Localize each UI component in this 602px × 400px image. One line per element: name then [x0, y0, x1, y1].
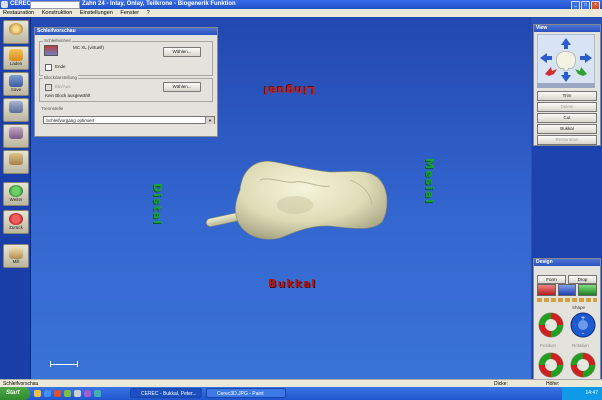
scan-icon: [9, 101, 23, 113]
rotate-wheel-2[interactable]: [537, 351, 565, 379]
title-field: [30, 1, 80, 9]
design-drop-button[interactable]: Drop: [568, 275, 597, 284]
view-panel: View Trim Delete Cut Bukkal Restoration: [533, 24, 601, 146]
design-form-button[interactable]: Form: [537, 275, 566, 284]
back-button[interactable]: Zurück: [3, 210, 29, 234]
open-label: Laden: [9, 61, 23, 66]
design-shape-label: Shape: [572, 305, 586, 310]
next-label: Weiter: [9, 197, 23, 202]
quicklaunch-app-icon[interactable]: [64, 390, 71, 397]
view-button-cut[interactable]: Cut: [537, 113, 597, 123]
task-cerec[interactable]: CEREC - Bukkal, Peter...: [130, 388, 202, 398]
quicklaunch-extra-icon[interactable]: [84, 390, 91, 397]
label-mesial: Mesial: [423, 158, 436, 204]
grind-preview-panel: Schleifvorschau Schleifeinheit MC XL (vi…: [34, 27, 218, 137]
mill-button[interactable]: Mill: [3, 244, 29, 268]
block-select-button[interactable]: Wählen...: [163, 82, 201, 92]
hand-red-icon[interactable]: [537, 284, 556, 296]
unit-icon: [44, 45, 58, 56]
view-panel-title: View: [534, 25, 600, 32]
clock: 14:47: [585, 390, 598, 396]
scale-bar: [50, 361, 78, 367]
unit-select-button[interactable]: Wählen...: [163, 47, 201, 57]
back-arrow-icon: [9, 213, 23, 225]
view-tooth-icon: [556, 51, 576, 72]
scan-button[interactable]: [3, 98, 29, 122]
design-rotation-label: Rotation: [572, 343, 589, 348]
end-checkbox[interactable]: [45, 64, 52, 71]
logo-button[interactable]: [3, 20, 29, 44]
open-button[interactable]: Laden: [3, 46, 29, 70]
block-checkbox-label: Ein/Aus: [55, 84, 71, 89]
svg-text:+: +: [580, 315, 585, 322]
process-select-value: Schleifvorgang optimiert: [46, 118, 95, 123]
model-button[interactable]: [3, 124, 29, 148]
design-dot-row: [537, 298, 597, 302]
menu-fenster[interactable]: Fenster: [120, 10, 139, 16]
tooth-icon: [9, 153, 23, 165]
title-bar: CEREC Zahn 24 - Inlay, Onlay, Teilkrone …: [0, 0, 602, 10]
model-icon: [9, 127, 23, 139]
save-button[interactable]: Save: [3, 72, 29, 96]
menu-konstruktion[interactable]: Konstruktion: [42, 10, 73, 16]
quicklaunch-extra2-icon[interactable]: [94, 390, 101, 397]
taskbar: Start CEREC - Bukkal, Peter... Cerec3D.J…: [0, 387, 602, 400]
block-value: Kein Block ausgewählt: [45, 93, 91, 98]
design-panel-title: Design: [534, 259, 600, 266]
shape-wheel[interactable]: + -: [569, 311, 597, 339]
forward-arrow-icon: [9, 185, 23, 197]
menu-help[interactable]: ?: [147, 10, 150, 16]
app-name: CEREC: [10, 1, 32, 7]
folder-open-icon: [9, 49, 23, 61]
system-tray: 14:47: [562, 387, 602, 400]
view-button-bukkal[interactable]: Bukkal: [537, 124, 597, 134]
start-button[interactable]: Start: [0, 387, 30, 400]
view-nav-bar: [537, 83, 595, 88]
next-button[interactable]: Weiter: [3, 182, 29, 206]
label-lingual: Lingual: [263, 84, 316, 97]
menu-restauration[interactable]: Restauration: [3, 10, 34, 16]
svg-text:-: -: [582, 330, 584, 337]
window-title: Zahn 24 - Inlay, Onlay, Teilkrone - Biog…: [82, 1, 236, 7]
quicklaunch-folder-icon[interactable]: [34, 390, 41, 397]
unit-value: MC XL (virtuell): [73, 45, 104, 50]
chevron-down-icon: ▼: [205, 117, 214, 124]
view-navigator[interactable]: [537, 34, 595, 86]
hand-blue-icon[interactable]: [557, 284, 577, 296]
block-group-label: Blockdarstellung: [43, 75, 79, 80]
quicklaunch-media-icon[interactable]: [54, 390, 61, 397]
rotate-wheel-1[interactable]: [537, 311, 565, 339]
design-tool-row: [537, 284, 598, 296]
left-toolbar: Laden Save Weiter Zurück Mill: [0, 17, 31, 385]
task-paint[interactable]: Cerec3D.JPG - Paint: [206, 388, 286, 398]
unit-group-label: Schleifeinheit: [43, 38, 72, 43]
design-panel: Design Form Drop Shape + - Position Rota…: [533, 258, 601, 387]
quicklaunch-desktop-icon[interactable]: [74, 390, 81, 397]
menu-bar: Restauration Konstruktion Einstellungen …: [0, 9, 602, 17]
back-label: Zurück: [9, 225, 23, 230]
tooth-button[interactable]: [3, 150, 29, 174]
process-select[interactable]: Schleifvorgang optimiert ▼: [43, 116, 215, 124]
design-position-label: Position: [540, 343, 557, 348]
view-button-delete[interactable]: Delete: [537, 102, 597, 112]
quicklaunch-ie-icon[interactable]: [44, 390, 51, 397]
save-label: Save: [10, 87, 22, 92]
grind-panel-title: Schleifvorschau: [35, 28, 217, 35]
menu-einstellungen[interactable]: Einstellungen: [80, 10, 113, 16]
save-icon: [9, 75, 23, 87]
view-button-restoration[interactable]: Restoration: [537, 135, 597, 145]
hand-green-icon[interactable]: [578, 284, 598, 296]
logo-icon: [9, 23, 23, 35]
app-icon: [1, 1, 8, 8]
label-bukkal: Bukkal: [268, 277, 317, 290]
rotate-wheel-3[interactable]: [569, 351, 597, 379]
block-checkbox[interactable]: [45, 84, 52, 91]
view-button-trim[interactable]: Trim: [537, 91, 597, 101]
mill-icon: [9, 247, 23, 259]
tooth-restoration-model[interactable]: [200, 150, 395, 250]
end-checkbox-label: Ende: [55, 64, 66, 69]
label-distal: Distal: [151, 183, 164, 225]
separator-label: Trennstelle: [41, 106, 64, 111]
mill-label: Mill: [12, 259, 20, 264]
